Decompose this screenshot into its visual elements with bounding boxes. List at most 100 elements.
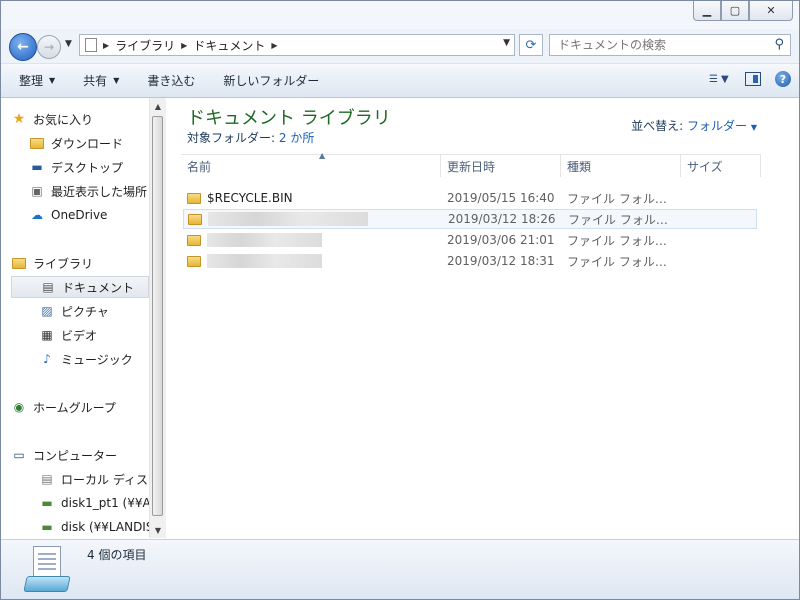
sidebar-label: ビデオ (61, 328, 98, 343)
arrange-by-dropdown[interactable]: フォルダー ▼ (687, 119, 757, 133)
sidebar-item-downloads[interactable]: ダウンロード (11, 132, 149, 154)
file-row[interactable]: 2019/03/12 18:26 ファイル フォル… (183, 209, 757, 229)
navigation-pane: ★ お気に入り ダウンロード ▬ デスクトップ ▣ 最近表示した場所 ☁ OneDriv… (11, 98, 149, 538)
explorer-window: ▁ ▢ ✕ ← → ▼ ▶ ライブラリ ▶ ドキュメント ▶ ▼ ⟳ ⚲ 整理 ▼… (0, 0, 800, 600)
sidebar-item-computer[interactable]: ▭ コンピューター (11, 444, 149, 466)
sidebar-item-network-drive-2[interactable]: ▬ disk (¥¥LANDISK (11, 516, 149, 538)
column-size[interactable]: サイズ (681, 155, 761, 177)
file-date: 2019/03/12 18:26 (448, 212, 556, 226)
file-type: ファイル フォル… (567, 254, 667, 269)
sidebar-label: デスクトップ (51, 160, 124, 175)
file-name-cell (187, 233, 322, 247)
file-type: ファイル フォル… (567, 191, 667, 206)
sidebar-item-desktop[interactable]: ▬ デスクトップ (11, 156, 149, 178)
sidebar-label: 最近表示した場所 (51, 184, 148, 199)
maximize-icon: ▢ (729, 4, 741, 17)
file-row[interactable]: $RECYCLE.BIN 2019/05/15 16:40 ファイル フォル… (183, 188, 757, 208)
address-dropdown[interactable]: ▼ (503, 38, 510, 48)
folder-icon (187, 234, 201, 246)
target-folder-label: 対象フォルダー: (187, 131, 276, 145)
network-drive-icon: ▬ (41, 496, 53, 510)
sidebar-label: ピクチャ (61, 304, 109, 319)
scrollbar-thumb[interactable] (152, 116, 163, 516)
breadcrumb-separator-icon[interactable]: ▶ (103, 41, 109, 50)
search-input[interactable] (556, 37, 760, 53)
search-box[interactable]: ⚲ (549, 34, 791, 56)
refresh-button[interactable]: ⟳ (519, 34, 543, 56)
file-date: 2019/03/12 18:31 (447, 254, 555, 268)
organize-button[interactable]: 整理 ▼ (19, 72, 55, 89)
file-date: 2019/03/06 21:01 (447, 233, 555, 247)
file-name-cell (187, 254, 322, 268)
arrange-by-label: 並べ替え: (631, 119, 684, 133)
sidebar-item-network-drive-1[interactable]: ▬ disk1_pt1 (¥¥AN (11, 492, 149, 514)
file-list-pane: ドキュメント ライブラリ 対象フォルダー: 2 か所 並べ替え: フォルダー ▼… (167, 98, 799, 538)
sidebar-label: お気に入り (33, 112, 94, 127)
sidebar-item-documents[interactable]: ▤ ドキュメント (11, 276, 149, 298)
sidebar-item-homegroup[interactable]: ◉ ホームグループ (11, 396, 149, 418)
target-folder-count-link[interactable]: 2 か所 (279, 131, 314, 145)
share-button[interactable]: 共有 ▼ (83, 72, 119, 89)
local-disk-icon: ▤ (41, 472, 53, 486)
refresh-icon: ⟳ (525, 37, 537, 53)
file-type: ファイル フォル… (567, 233, 667, 248)
desktop-icon: ▬ (31, 160, 43, 174)
forward-button[interactable]: → (37, 35, 61, 59)
sidebar-label: ダウンロード (51, 136, 124, 151)
maximize-button[interactable]: ▢ (721, 1, 749, 21)
change-view-button[interactable]: ☰ ▼ (709, 72, 731, 86)
search-icon[interactable]: ⚲ (774, 37, 784, 52)
sidebar-label: ドキュメント (62, 280, 135, 295)
new-folder-button[interactable]: 新しいフォルダー (223, 72, 319, 89)
sidebar-label: コンピューター (33, 448, 118, 463)
burn-button[interactable]: 書き込む (147, 72, 195, 89)
sidebar-label: disk (¥¥LANDISK (61, 520, 149, 534)
network-drive-icon: ▬ (41, 520, 53, 534)
breadcrumb-separator-icon[interactable]: ▶ (181, 41, 187, 50)
back-button[interactable]: ← (9, 33, 37, 61)
help-button[interactable]: ? (775, 71, 791, 87)
recent-pages-dropdown[interactable]: ▼ (65, 39, 72, 49)
documents-library-icon (23, 546, 71, 594)
breadcrumb-separator-icon[interactable]: ▶ (271, 41, 277, 50)
sidebar-item-pictures[interactable]: ▨ ピクチャ (11, 300, 149, 322)
sidebar-item-onedrive[interactable]: ☁ OneDrive (11, 204, 149, 226)
sidebar-item-videos[interactable]: ▦ ビデオ (11, 324, 149, 346)
scroll-up-icon[interactable]: ▲ (150, 98, 166, 114)
details-view-icon: ☰ (709, 73, 718, 85)
music-icon: ♪ (43, 352, 51, 366)
file-row[interactable]: 2019/03/12 18:31 ファイル フォル… (183, 251, 757, 271)
pictures-icon: ▨ (41, 304, 53, 318)
downloads-folder-icon (29, 135, 45, 151)
navigation-pane-scrollbar[interactable]: ▲ ▼ (149, 98, 166, 538)
arrange-by-value: フォルダー (687, 119, 748, 133)
library-icon (11, 255, 27, 271)
column-type[interactable]: 種類 (561, 155, 681, 177)
sidebar-item-music[interactable]: ♪ ミュージック (11, 348, 149, 370)
column-header-row: ▲ 名前 更新日時 種類 サイズ (181, 151, 761, 177)
library-locations: 対象フォルダー: 2 か所 (187, 129, 314, 146)
sidebar-item-local-disk[interactable]: ▤ ローカル ディスク (11, 468, 149, 490)
videos-icon: ▦ (41, 328, 53, 342)
file-date: 2019/05/15 16:40 (447, 191, 555, 205)
chevron-down-icon: ▼ (720, 73, 729, 85)
cloud-icon: ☁ (31, 208, 43, 222)
sidebar-item-recent-places[interactable]: ▣ 最近表示した場所 (11, 180, 149, 202)
minimize-button[interactable]: ▁ (693, 1, 721, 21)
close-icon: ✕ (766, 4, 776, 17)
column-date-modified[interactable]: 更新日時 (441, 155, 561, 177)
scroll-down-icon[interactable]: ▼ (150, 522, 166, 538)
breadcrumb-libraries[interactable]: ライブラリ (115, 37, 175, 54)
sidebar-label: OneDrive (51, 208, 108, 222)
sidebar-item-libraries[interactable]: ライブラリ (11, 252, 149, 274)
column-name[interactable]: 名前 (181, 155, 441, 177)
address-bar[interactable]: ▶ ライブラリ ▶ ドキュメント ▶ ▼ (79, 34, 515, 56)
sidebar-item-favorites[interactable]: ★ お気に入り (11, 108, 149, 130)
item-count: 4 個の項目 (87, 548, 147, 562)
star-icon: ★ (12, 111, 26, 127)
help-icon: ? (779, 72, 787, 86)
file-row[interactable]: 2019/03/06 21:01 ファイル フォル… (183, 230, 757, 250)
preview-pane-button[interactable] (745, 72, 761, 86)
breadcrumb-documents[interactable]: ドキュメント (193, 37, 265, 54)
close-button[interactable]: ✕ (749, 1, 793, 21)
